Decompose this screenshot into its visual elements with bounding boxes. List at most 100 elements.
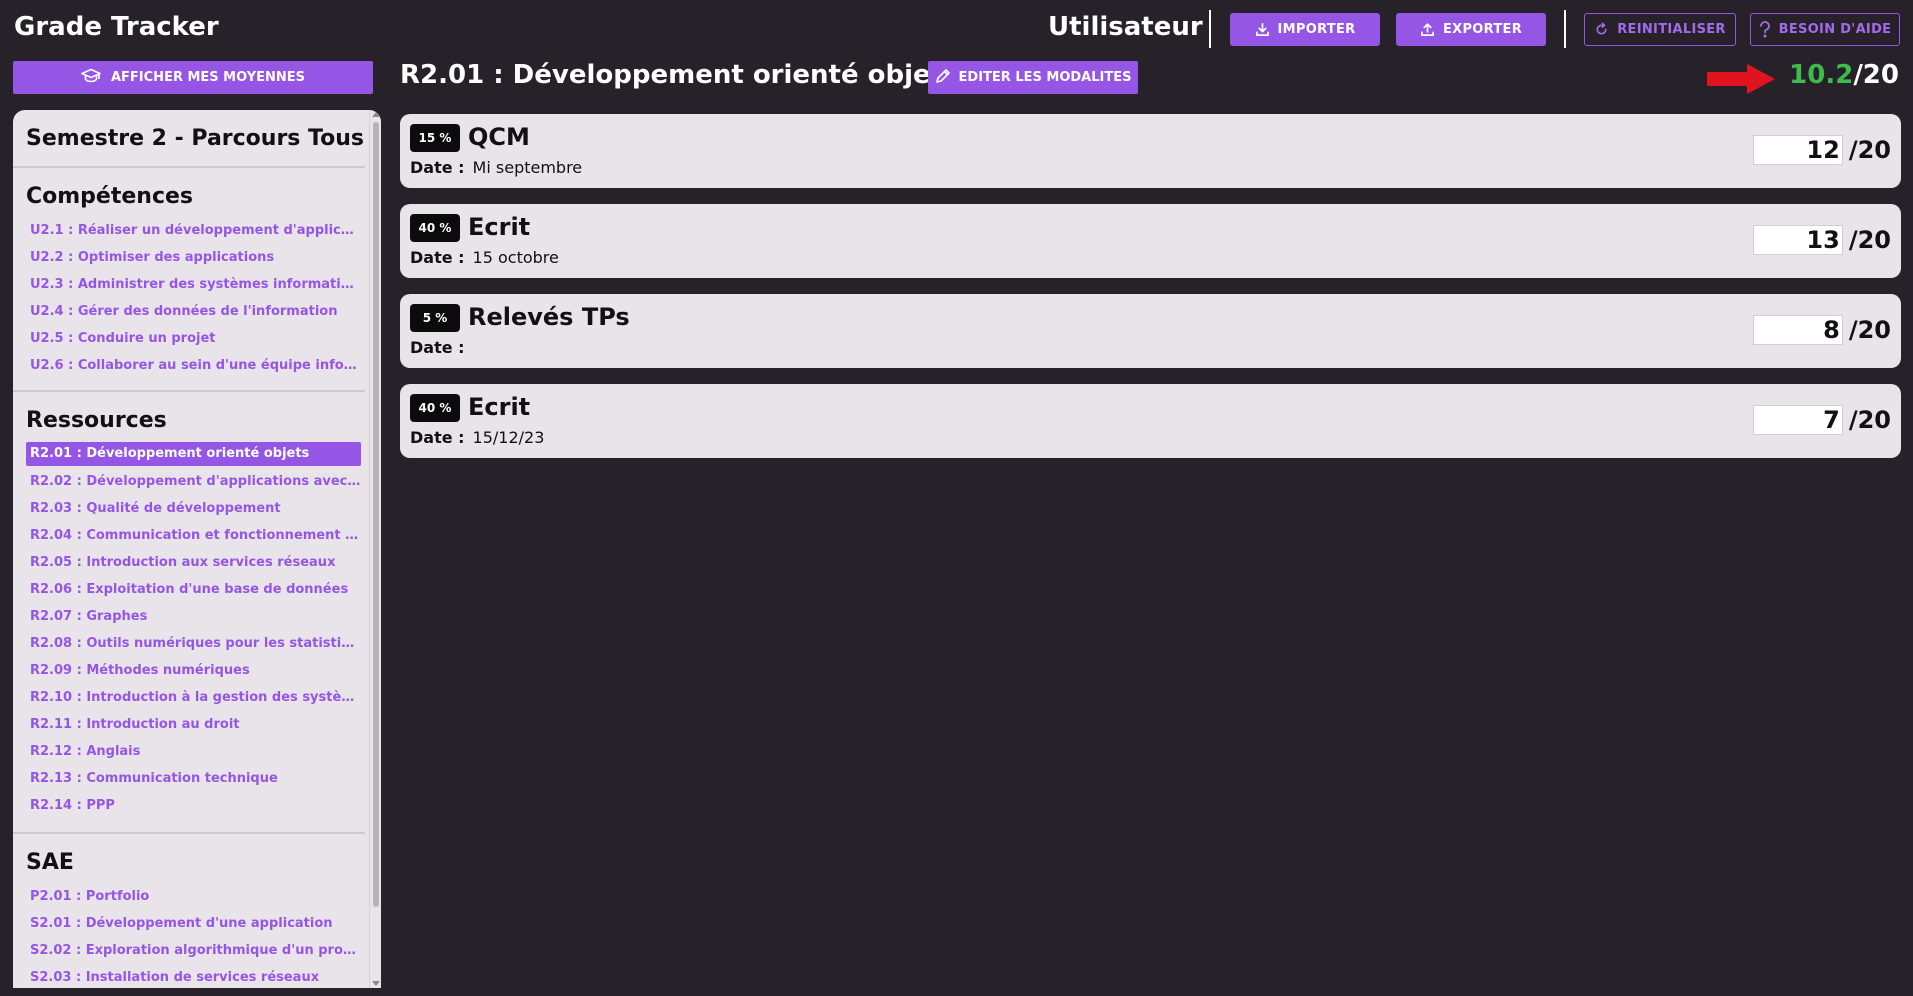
export-button[interactable]: EXPORTER xyxy=(1396,13,1546,46)
sae-title: SAE xyxy=(26,850,74,875)
grade-group: /20 xyxy=(1752,315,1891,345)
grade-max: /20 xyxy=(1848,136,1891,164)
evaluation-date: Date : 15/12/23 xyxy=(410,428,544,447)
sidebar-item[interactable]: R2.11 : Introduction au droit xyxy=(26,712,361,739)
sidebar-item[interactable]: R2.03 : Qualité de développement xyxy=(26,496,361,523)
evaluation-card: 40 % EcritDate : 15 octobre/20 xyxy=(400,204,1901,278)
evaluation-name: Relevés TPs xyxy=(468,303,630,331)
sidebar-item[interactable]: S2.03 : Installation de services réseaux xyxy=(26,965,361,988)
sidebar-item[interactable]: U2.5 : Conduire un projet xyxy=(26,326,361,353)
competences-title: Compétences xyxy=(26,184,194,209)
sidebar-item[interactable]: P2.01 : Portfolio xyxy=(26,884,361,911)
question-icon xyxy=(1759,21,1771,38)
date-label: Date : xyxy=(410,248,465,267)
sidebar-item[interactable]: S2.01 : Développement d'une application xyxy=(26,911,361,938)
grade-max: /20 xyxy=(1848,316,1891,344)
evaluation-date: Date : Mi septembre xyxy=(410,158,582,177)
date-value: 15 octobre xyxy=(472,248,559,267)
grade-input[interactable] xyxy=(1752,135,1843,165)
sidebar-content: Semestre 2 - Parcours Tous Compétences U… xyxy=(13,110,369,988)
reset-button[interactable]: REINITIALISER xyxy=(1584,13,1736,46)
evaluation-name: QCM xyxy=(468,123,530,151)
sidebar-item[interactable]: R2.13 : Communication technique xyxy=(26,766,361,793)
weight-badge: 5 % xyxy=(410,304,460,332)
evaluation-card: 15 % QCMDate : Mi septembre/20 xyxy=(400,114,1901,188)
sidebar-item[interactable]: U2.2 : Optimiser des applications xyxy=(26,245,361,272)
sidebar-item[interactable]: R2.02 : Développement d'applications ave… xyxy=(26,469,361,496)
sidebar-divider xyxy=(13,390,365,392)
header-divider-2 xyxy=(1564,10,1566,48)
grade-max: /20 xyxy=(1848,406,1891,434)
red-arrow-icon xyxy=(1705,62,1777,100)
help-button[interactable]: BESOIN D'AIDE xyxy=(1750,13,1900,46)
sidebar-item[interactable]: R2.14 : PPP xyxy=(26,793,361,820)
average-value: 10.2 xyxy=(1789,60,1854,90)
course-average: 10.2/20 xyxy=(1789,60,1899,90)
download-icon xyxy=(1255,22,1270,37)
sidebar-item[interactable]: R2.01 : Développement orienté objets xyxy=(26,442,361,466)
date-label: Date : xyxy=(410,158,465,177)
semester-title[interactable]: Semestre 2 - Parcours Tous xyxy=(13,110,369,166)
sidebar-item[interactable]: U2.3 : Administrer des systèmes informat… xyxy=(26,272,361,299)
evaluation-date: Date : xyxy=(410,338,473,357)
scrollbar-thumb[interactable] xyxy=(373,122,379,907)
sidebar-item[interactable]: R2.10 : Introduction à la gestion des sy… xyxy=(26,685,361,712)
evaluation-card: 5 % Relevés TPsDate : /20 xyxy=(400,294,1901,368)
scroll-down-icon[interactable] xyxy=(372,981,380,986)
graduation-cap-icon xyxy=(81,68,101,88)
grade-input[interactable] xyxy=(1752,315,1843,345)
weight-badge: 40 % xyxy=(410,214,460,242)
sidebar-item[interactable]: R2.09 : Méthodes numériques xyxy=(26,658,361,685)
sidebar-scrollbar[interactable] xyxy=(369,110,381,988)
evaluation-card: 40 % EcritDate : 15/12/23/20 xyxy=(400,384,1901,458)
sidebar-item[interactable]: U2.6 : Collaborer au sein d'une équipe i… xyxy=(26,353,361,380)
grade-max: /20 xyxy=(1848,226,1891,254)
sidebar-item[interactable]: R2.08 : Outils numériques pour les stati… xyxy=(26,631,361,658)
date-value: Mi septembre xyxy=(472,158,583,177)
grade-group: /20 xyxy=(1752,225,1891,255)
evaluation-name: Ecrit xyxy=(468,393,531,421)
pencil-icon xyxy=(935,68,951,88)
export-label: EXPORTER xyxy=(1442,22,1523,37)
sidebar-item[interactable]: R2.06 : Exploitation d'une base de donné… xyxy=(26,577,361,604)
evaluation-name: Ecrit xyxy=(468,213,531,241)
show-averages-label: AFFICHER MES MOYENNES xyxy=(110,70,306,85)
date-label: Date : xyxy=(410,338,465,357)
grade-group: /20 xyxy=(1752,135,1891,165)
sidebar-item[interactable]: R2.12 : Anglais xyxy=(26,739,361,766)
grade-group: /20 xyxy=(1752,405,1891,435)
grade-input[interactable] xyxy=(1752,405,1843,435)
sae-list: P2.01 : Portfolio S2.01 : Développement d… xyxy=(13,884,369,988)
sidebar-item[interactable]: S2.02 : Exploration algorithmique d'un p… xyxy=(26,938,361,965)
ressources-list: R2.01 : Développement orienté objets R2.0… xyxy=(13,442,369,820)
help-label: BESOIN D'AIDE xyxy=(1778,22,1892,37)
user-name[interactable]: Utilisateur xyxy=(1048,12,1203,42)
sidebar: Semestre 2 - Parcours Tous Compétences U… xyxy=(13,110,381,988)
show-averages-button[interactable]: AFFICHER MES MOYENNES xyxy=(13,61,373,94)
evaluation-date: Date : 15 octobre xyxy=(410,248,559,267)
sidebar-divider xyxy=(13,166,365,168)
sidebar-item[interactable]: R2.07 : Graphes xyxy=(26,604,361,631)
date-label: Date : xyxy=(410,428,465,447)
sidebar-item[interactable]: R2.04 : Communication et fonctionnement … xyxy=(26,523,361,550)
course-title: R2.01 : Développement orienté objets xyxy=(400,60,959,90)
app-title: Grade Tracker xyxy=(14,12,219,42)
competences-list: U2.1 : Réaliser un développement d'appli… xyxy=(13,218,369,380)
scroll-up-icon[interactable] xyxy=(372,112,380,117)
weight-badge: 15 % xyxy=(410,124,460,152)
sidebar-item[interactable]: U2.4 : Gérer des données de l'informatio… xyxy=(26,299,361,326)
grade-input[interactable] xyxy=(1752,225,1843,255)
refresh-icon xyxy=(1594,22,1609,37)
sidebar-item[interactable]: R2.05 : Introduction aux services réseau… xyxy=(26,550,361,577)
import-label: IMPORTER xyxy=(1277,22,1356,37)
sidebar-divider xyxy=(13,832,365,834)
reset-label: REINITIALISER xyxy=(1617,22,1726,37)
ressources-title: Ressources xyxy=(26,408,167,433)
header-divider xyxy=(1209,10,1211,48)
edit-modalities-button[interactable]: EDITER LES MODALITES xyxy=(928,61,1138,94)
sidebar-item[interactable]: U2.1 : Réaliser un développement d'appli… xyxy=(26,218,361,245)
import-button[interactable]: IMPORTER xyxy=(1230,13,1380,46)
date-value: 15/12/23 xyxy=(472,428,545,447)
edit-modalities-label: EDITER LES MODALITES xyxy=(958,70,1132,85)
upload-icon xyxy=(1420,22,1435,37)
